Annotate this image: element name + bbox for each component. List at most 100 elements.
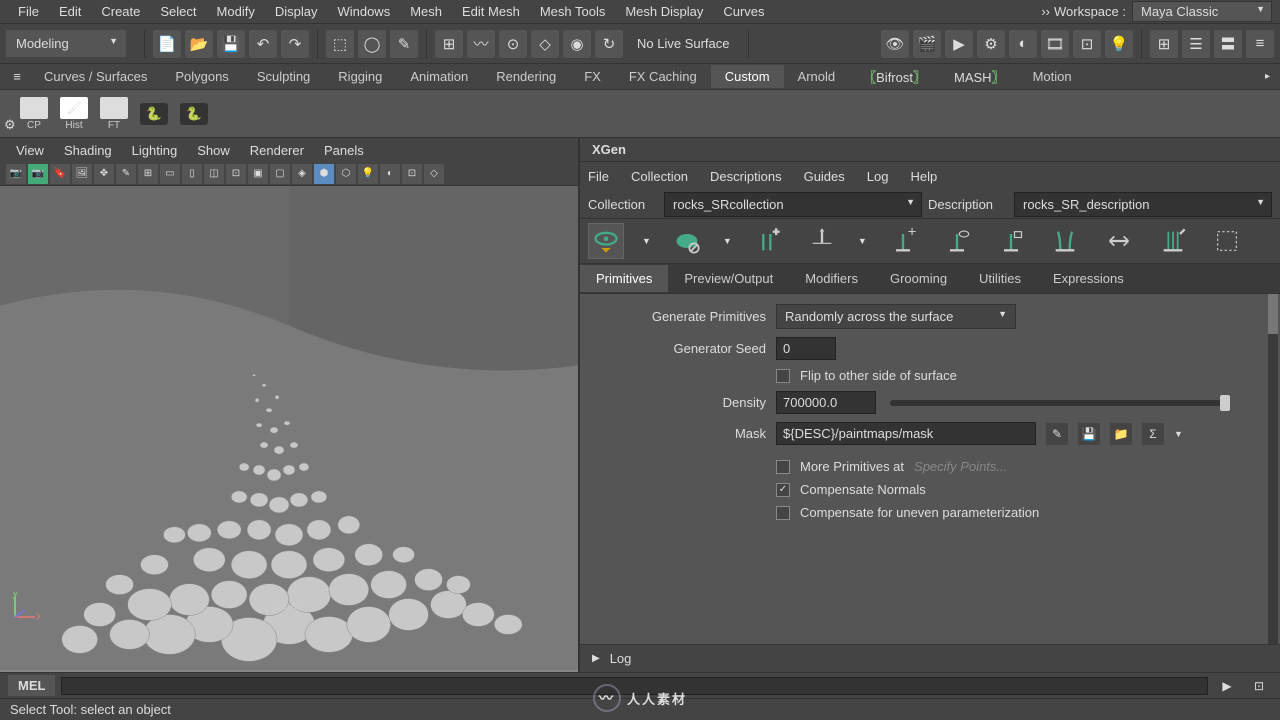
viewport-canvas[interactable]: y x persp xyxy=(0,186,578,672)
wireframe-icon[interactable]: ◈ xyxy=(292,164,312,184)
mask-input[interactable] xyxy=(776,422,1036,445)
sculpt-guides-icon[interactable] xyxy=(1155,223,1191,259)
slider-thumb[interactable] xyxy=(1220,395,1230,411)
save-mask-icon[interactable]: 💾 xyxy=(1078,423,1100,445)
tab-primitives[interactable]: Primitives xyxy=(580,265,668,292)
menu-display[interactable]: Display xyxy=(265,4,328,19)
xray-icon[interactable]: ◇ xyxy=(424,164,444,184)
tab-utilities[interactable]: Utilities xyxy=(963,265,1037,292)
vp-menu-view[interactable]: View xyxy=(6,143,54,158)
menu-curves[interactable]: Curves xyxy=(713,4,774,19)
clear-preview-icon[interactable] xyxy=(669,223,705,259)
new-scene-icon[interactable]: 📄 xyxy=(153,30,181,58)
open-scene-icon[interactable]: 📂 xyxy=(185,30,213,58)
shadows-icon[interactable]: ◐ xyxy=(380,164,400,184)
chevron-down-icon[interactable]: ▼ xyxy=(1174,429,1183,439)
vp-menu-lighting[interactable]: Lighting xyxy=(122,143,188,158)
graph-editor-icon[interactable]: 〓 xyxy=(1214,30,1242,58)
workspace-dropdown[interactable]: Maya Classic xyxy=(1132,1,1272,22)
render-setup-icon[interactable]: ⊡ xyxy=(1073,30,1101,58)
playblast-icon[interactable]: 🎞 xyxy=(1041,30,1069,58)
density-slider[interactable] xyxy=(890,400,1230,406)
hypershade-icon[interactable]: ◐ xyxy=(1009,30,1037,58)
shelf-tab-motion[interactable]: Motion xyxy=(1019,65,1086,88)
menu-mesh-display[interactable]: Mesh Display xyxy=(615,4,713,19)
image-plane-icon[interactable]: 🖼 xyxy=(72,164,92,184)
xgen-menu-help[interactable]: Help xyxy=(910,169,937,184)
lasso-icon[interactable]: ◯ xyxy=(358,30,386,58)
undo-icon[interactable]: ↶ xyxy=(249,30,277,58)
menu-file[interactable]: File xyxy=(8,4,49,19)
render-settings-icon[interactable]: ⚙ xyxy=(977,30,1005,58)
render-icon[interactable]: 🎬 xyxy=(913,30,941,58)
mel-input[interactable] xyxy=(61,677,1208,695)
shelf-gear-icon[interactable]: ⚙ xyxy=(4,117,16,133)
camera-attr-icon[interactable]: 📷 xyxy=(28,164,48,184)
region-tool-icon[interactable] xyxy=(1209,223,1245,259)
python-script-icon[interactable]: 🐍 xyxy=(140,103,168,125)
compensate-normals-checkbox[interactable]: ✓ xyxy=(776,483,790,497)
paint-mask-icon[interactable]: ✎ xyxy=(1046,423,1068,445)
dropdown-arrow-icon[interactable]: ▼ xyxy=(642,236,651,246)
shelf-tab-custom[interactable]: Custom xyxy=(711,65,784,88)
xgen-menu-guides[interactable]: Guides xyxy=(804,169,845,184)
tab-grooming[interactable]: Grooming xyxy=(874,265,963,292)
save-scene-icon[interactable]: 💾 xyxy=(217,30,245,58)
grid-icon[interactable]: ⊞ xyxy=(138,164,158,184)
menu-mesh-tools[interactable]: Mesh Tools xyxy=(530,4,616,19)
width-tool-icon[interactable] xyxy=(1101,223,1137,259)
channel-box-icon[interactable]: ≡ xyxy=(1246,30,1274,58)
toggle-visibility-icon[interactable] xyxy=(939,223,975,259)
shelf-tab-gear-icon[interactable]: ≡ xyxy=(8,69,26,84)
shaded-icon[interactable]: ⬢ xyxy=(314,164,334,184)
resolution-gate-icon[interactable]: ▯ xyxy=(182,164,202,184)
mel-label[interactable]: MEL xyxy=(8,675,55,696)
tab-preview-output[interactable]: Preview/Output xyxy=(668,265,789,292)
shelf-tab-animation[interactable]: Animation xyxy=(396,65,482,88)
shelf-tab-sculpting[interactable]: Sculpting xyxy=(243,65,324,88)
vp-menu-renderer[interactable]: Renderer xyxy=(240,143,314,158)
field-chart-icon[interactable]: ⊡ xyxy=(226,164,246,184)
tab-expressions[interactable]: Expressions xyxy=(1037,265,1140,292)
toggle-output-icon[interactable]: ⊡ xyxy=(1246,676,1272,696)
live-surface-label[interactable]: No Live Surface xyxy=(627,32,740,55)
isolate-icon[interactable]: ⊡ xyxy=(402,164,422,184)
tab-modifiers[interactable]: Modifiers xyxy=(789,265,874,292)
add-description-icon[interactable]: + xyxy=(885,223,921,259)
lock-guide-icon[interactable] xyxy=(993,223,1029,259)
xgen-menu-file[interactable]: File xyxy=(588,169,609,184)
specify-points-button[interactable]: Specify Points... xyxy=(914,459,1007,474)
menu-edit[interactable]: Edit xyxy=(49,4,91,19)
dropdown-arrow-icon[interactable]: ▼ xyxy=(723,236,732,246)
description-dropdown[interactable]: rocks_SR_description xyxy=(1014,192,1272,217)
snap-curve-icon[interactable]: 〰 xyxy=(467,30,495,58)
snap-live-icon[interactable]: ◉ xyxy=(563,30,591,58)
add-guides-icon[interactable] xyxy=(750,223,786,259)
shelf-tab-rendering[interactable]: Rendering xyxy=(482,65,570,88)
shelf-tab-mash[interactable]: MASH〗 xyxy=(940,63,1019,90)
browse-mask-icon[interactable]: 📁 xyxy=(1110,423,1132,445)
menu-modify[interactable]: Modify xyxy=(207,4,265,19)
film-gate-icon[interactable]: ▭ xyxy=(160,164,180,184)
menu-mesh[interactable]: Mesh xyxy=(400,4,452,19)
shelf-tab-arnold[interactable]: Arnold xyxy=(784,65,850,88)
preview-eye-icon[interactable] xyxy=(588,223,624,259)
scrollbar[interactable] xyxy=(1268,294,1278,644)
bookmark-icon[interactable]: 🔖 xyxy=(50,164,70,184)
flip-checkbox[interactable] xyxy=(776,369,790,383)
xgen-menu-collection[interactable]: Collection xyxy=(631,169,688,184)
snap-plane-icon[interactable]: ◇ xyxy=(531,30,559,58)
menu-create[interactable]: Create xyxy=(91,4,150,19)
shelf-tab-fxcaching[interactable]: FX Caching xyxy=(615,65,711,88)
generate-primitives-dropdown[interactable]: Randomly across the surface xyxy=(776,304,1016,329)
scroll-thumb[interactable] xyxy=(1268,294,1278,334)
xgen-menu-descriptions[interactable]: Descriptions xyxy=(710,169,782,184)
shelf-item-hist[interactable]: 🖌 Hist xyxy=(60,97,88,131)
xgen-menu-log[interactable]: Log xyxy=(867,169,889,184)
density-brush-icon[interactable] xyxy=(804,223,840,259)
guides-tool-icon[interactable] xyxy=(1047,223,1083,259)
python-script-icon[interactable]: 🐍 xyxy=(180,103,208,125)
safe-title-icon[interactable]: ▢ xyxy=(270,164,290,184)
vp-menu-shading[interactable]: Shading xyxy=(54,143,122,158)
mode-dropdown[interactable]: Modeling xyxy=(6,30,126,57)
